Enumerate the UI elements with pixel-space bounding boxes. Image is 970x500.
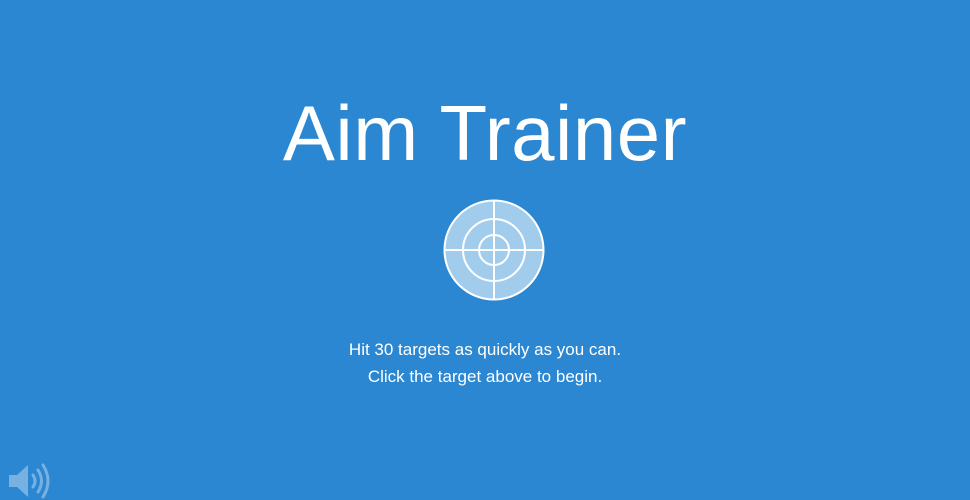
game-area: Aim Trainer Hit 30 targets as quickly as… bbox=[0, 0, 970, 500]
instructions: Hit 30 targets as quickly as you can. Cl… bbox=[0, 336, 970, 390]
instruction-line-1: Hit 30 targets as quickly as you can. bbox=[348, 340, 622, 359]
target-icon bbox=[443, 199, 545, 301]
instruction-line-2: Click the target above to begin. bbox=[367, 367, 603, 386]
speaker-icon bbox=[9, 463, 50, 499]
game-title: Aim Trainer bbox=[282, 89, 688, 177]
start-target-button[interactable] bbox=[443, 199, 545, 301]
sound-toggle-button[interactable] bbox=[8, 463, 52, 499]
